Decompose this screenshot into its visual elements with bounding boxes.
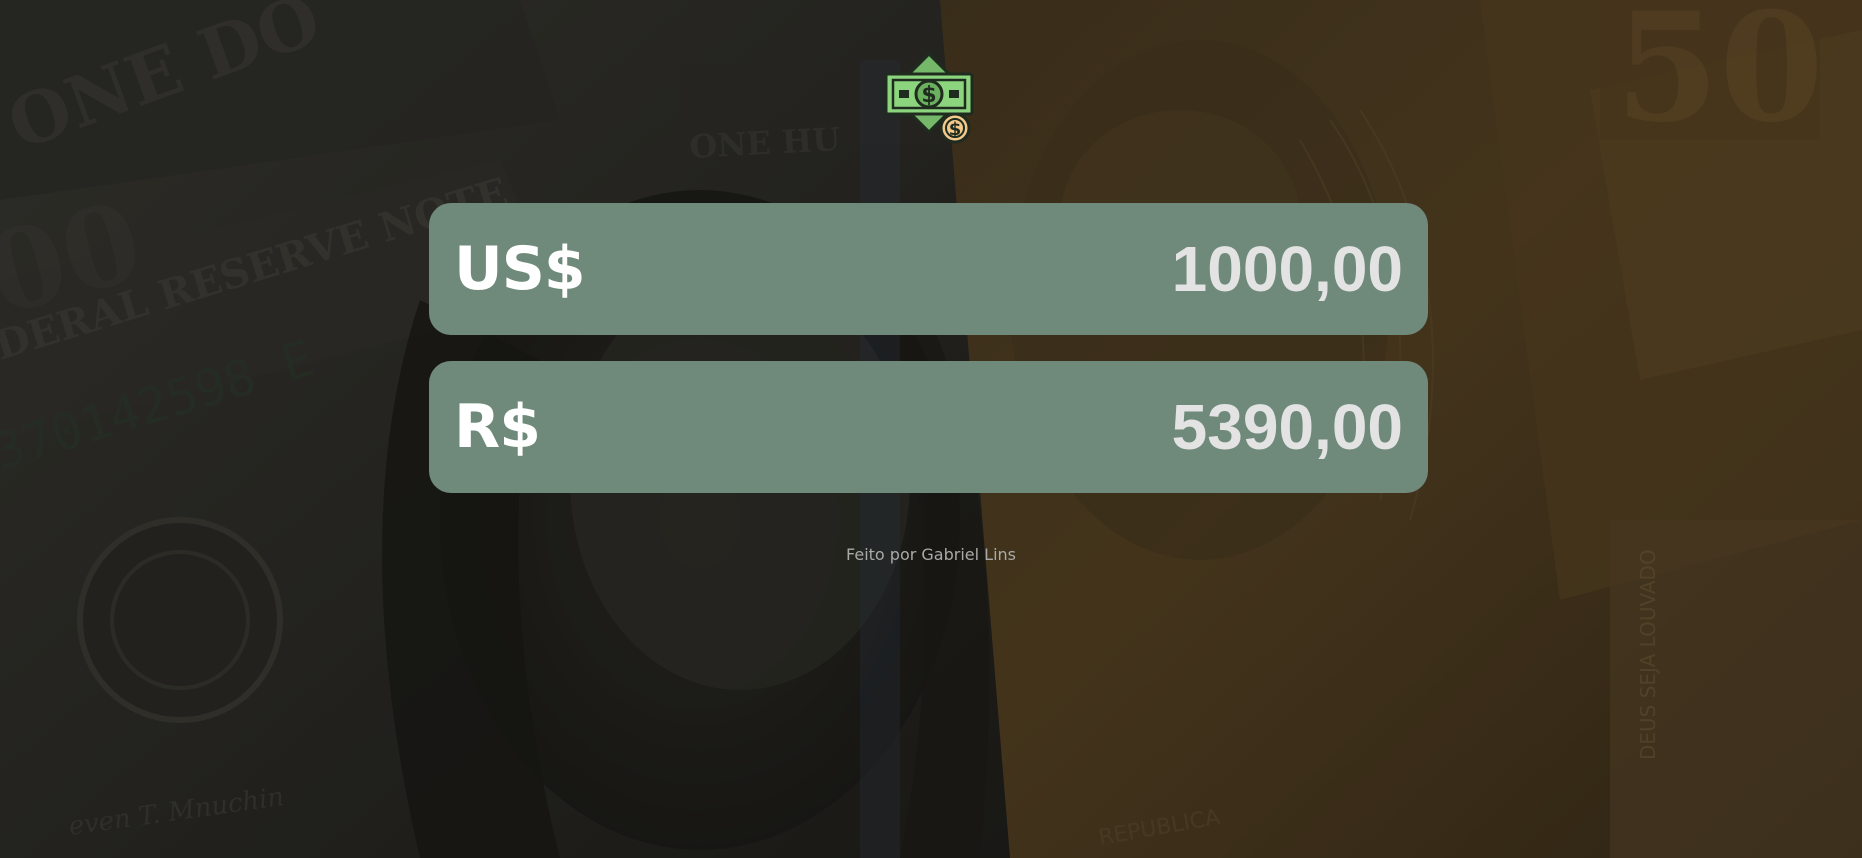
svg-text:$: $ (921, 83, 936, 108)
usd-amount-input[interactable] (903, 232, 1403, 306)
brl-currency-label: R$ (454, 392, 541, 462)
usd-currency-label: US$ (454, 234, 586, 304)
money-exchange-icon: $ $ (881, 51, 977, 148)
converter-app: $ $ US$ R$ Feito por Gabriel Lins (0, 0, 1862, 858)
brl-currency-row: R$ (429, 361, 1428, 493)
brl-amount-input[interactable] (903, 390, 1403, 464)
footer-credit: Feito por Gabriel Lins (846, 545, 1016, 564)
usd-currency-row: US$ (429, 203, 1428, 335)
svg-text:$: $ (949, 119, 962, 140)
